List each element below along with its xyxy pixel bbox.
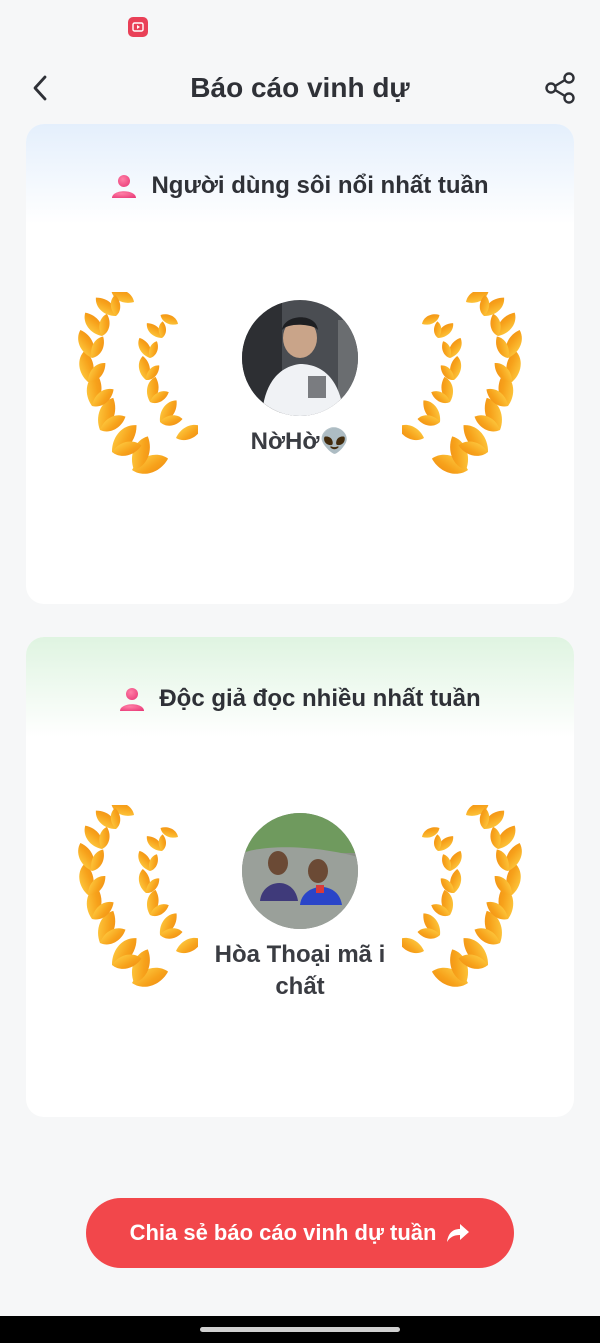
avatar[interactable]	[242, 300, 358, 416]
award-display: Hòa Thoại mã i chất	[26, 805, 574, 1000]
share-button[interactable]	[540, 68, 580, 108]
most-active-user-card: Người dùng sôi nổi nhất tuần NờHờ👽	[26, 124, 574, 604]
user-icon	[120, 688, 145, 711]
laurel-wreath-icon	[72, 805, 198, 987]
screen-record-icon	[128, 17, 148, 37]
award-display: NờHờ👽	[26, 292, 574, 482]
share-report-button[interactable]: Chia sẻ báo cáo vinh dự tuần	[86, 1198, 514, 1268]
top-reader-card: Độc giả đọc nhiều nhất tuần Hòa Thoại mã…	[26, 637, 574, 1117]
header: Báo cáo vinh dự	[0, 58, 600, 118]
page-title: Báo cáo vinh dự	[190, 72, 410, 103]
avatar[interactable]	[242, 813, 358, 929]
laurel-wreath-icon	[402, 292, 528, 474]
share-arrow-icon	[447, 1224, 470, 1242]
user-name: Hòa Thoại mã i chất	[214, 941, 386, 1000]
card-title: Độc giả đọc nhiều nhất tuần	[159, 685, 481, 712]
user-icon	[112, 175, 137, 198]
system-nav-bar	[0, 1316, 600, 1343]
card-header: Độc giả đọc nhiều nhất tuần	[26, 637, 574, 737]
laurel-wreath-icon	[72, 292, 198, 474]
user-name: NờHờ👽	[250, 428, 350, 455]
laurel-wreath-icon	[402, 805, 528, 987]
card-title: Người dùng sôi nổi nhất tuần	[151, 172, 489, 199]
home-handle[interactable]	[200, 1327, 400, 1332]
card-header: Người dùng sôi nổi nhất tuần	[26, 124, 574, 224]
share-report-label: Chia sẻ báo cáo vinh dự tuần	[129, 1220, 437, 1245]
status-bar	[0, 0, 600, 52]
share-icon	[545, 72, 575, 104]
